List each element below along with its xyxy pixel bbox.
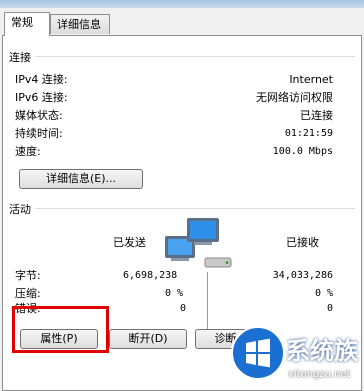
media-state-value: 已连接 — [300, 109, 333, 122]
ipv6-value: 无网络访问权限 — [256, 91, 333, 104]
brand-watermark: 系统族 xitongzu.net — [224, 321, 364, 391]
ipv4-value: Internet — [289, 73, 333, 86]
activity-group-title: 活动 — [9, 201, 35, 217]
media-state-row: 媒体状态: 已连接 — [15, 108, 333, 124]
speed-value: 100.0 Mbps — [272, 146, 333, 157]
disable-button[interactable]: 断开(D) — [109, 329, 187, 349]
compression-row: 压缩: 0 % 0 % — [15, 286, 333, 302]
duration-label: 持续时间: — [15, 127, 63, 140]
window-titlebar[interactable] — [0, 0, 364, 8]
speed-label: 速度: — [15, 145, 41, 158]
network-computers-icon — [165, 218, 232, 268]
brand-logo-icon — [231, 326, 285, 380]
brand-name: 系统族 — [286, 337, 358, 365]
sent-label: 已发送 — [113, 236, 146, 249]
bytes-received: 34,033,286 — [272, 270, 333, 281]
bytes-label: 字节: — [15, 269, 41, 282]
details-button[interactable]: 详细信息(E)... — [19, 169, 143, 189]
tab-general-label: 常规 — [11, 16, 33, 29]
tab-general[interactable]: 常规 — [4, 12, 50, 36]
compression-received: 0 % — [314, 288, 333, 299]
annotation-highlight-box — [12, 306, 109, 353]
errors-sent: 0 — [180, 303, 187, 314]
compression-label: 压缩: — [15, 287, 41, 300]
speed-row: 速度: 100.0 Mbps — [15, 144, 333, 160]
duration-value: 01:21:59 — [284, 128, 333, 139]
ipv6-label: IPv6 连接: — [15, 91, 68, 104]
ipv4-row: IPv4 连接: Internet — [15, 72, 333, 88]
tab-details-label: 详细信息 — [57, 18, 101, 31]
media-state-label: 媒体状态: — [15, 109, 63, 122]
ipv6-row: IPv6 连接: 无网络访问权限 — [15, 90, 333, 106]
ipv4-label: IPv4 连接: — [15, 73, 68, 86]
compression-sent: 0 % — [165, 288, 184, 299]
received-label: 已接收 — [286, 236, 319, 249]
bytes-row: 字节: 6,698,238 34,033,286 — [15, 268, 333, 284]
brand-domain: xitongzu.net — [288, 369, 351, 380]
activity-group: 活动 — [9, 201, 355, 217]
connection-group-title: 连接 — [9, 49, 35, 65]
bytes-sent: 6,698,238 — [123, 270, 178, 281]
errors-received: 0 — [326, 303, 333, 314]
duration-row: 持续时间: 01:21:59 — [15, 126, 333, 142]
tab-details[interactable]: 详细信息 — [50, 14, 110, 34]
